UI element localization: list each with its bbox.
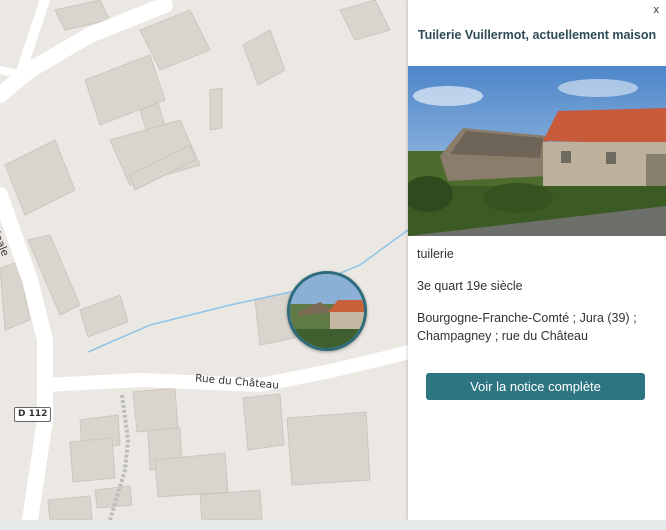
app-root: Rue du Château ipale D 112 x Tuilerie Vu… [0, 0, 666, 530]
info-panel: x Tuilerie Vuillermot, actuellement mais… [408, 0, 666, 520]
info-date: 3e quart 19e siècle [417, 279, 523, 293]
map-canvas[interactable] [0, 0, 408, 520]
map-view[interactable]: Rue du Château ipale D 112 [0, 0, 408, 520]
marker-thumbnail-image [290, 274, 364, 348]
heritage-photo-image [408, 66, 666, 236]
route-shield-d112: D 112 [14, 407, 52, 422]
info-location: Bourgogne-Franche-Comté ; Jura (39) ; Ch… [417, 311, 637, 343]
info-type: tuilerie [417, 247, 454, 261]
close-button[interactable]: x [654, 4, 660, 16]
heritage-photo [408, 66, 666, 236]
buildings [0, 0, 391, 520]
panel-title: Tuilerie Vuillermot, actuellement maison [417, 28, 657, 42]
view-full-record-button[interactable]: Voir la notice complète [426, 373, 645, 400]
photo-marker[interactable] [287, 271, 367, 351]
bottom-bar [0, 520, 666, 530]
